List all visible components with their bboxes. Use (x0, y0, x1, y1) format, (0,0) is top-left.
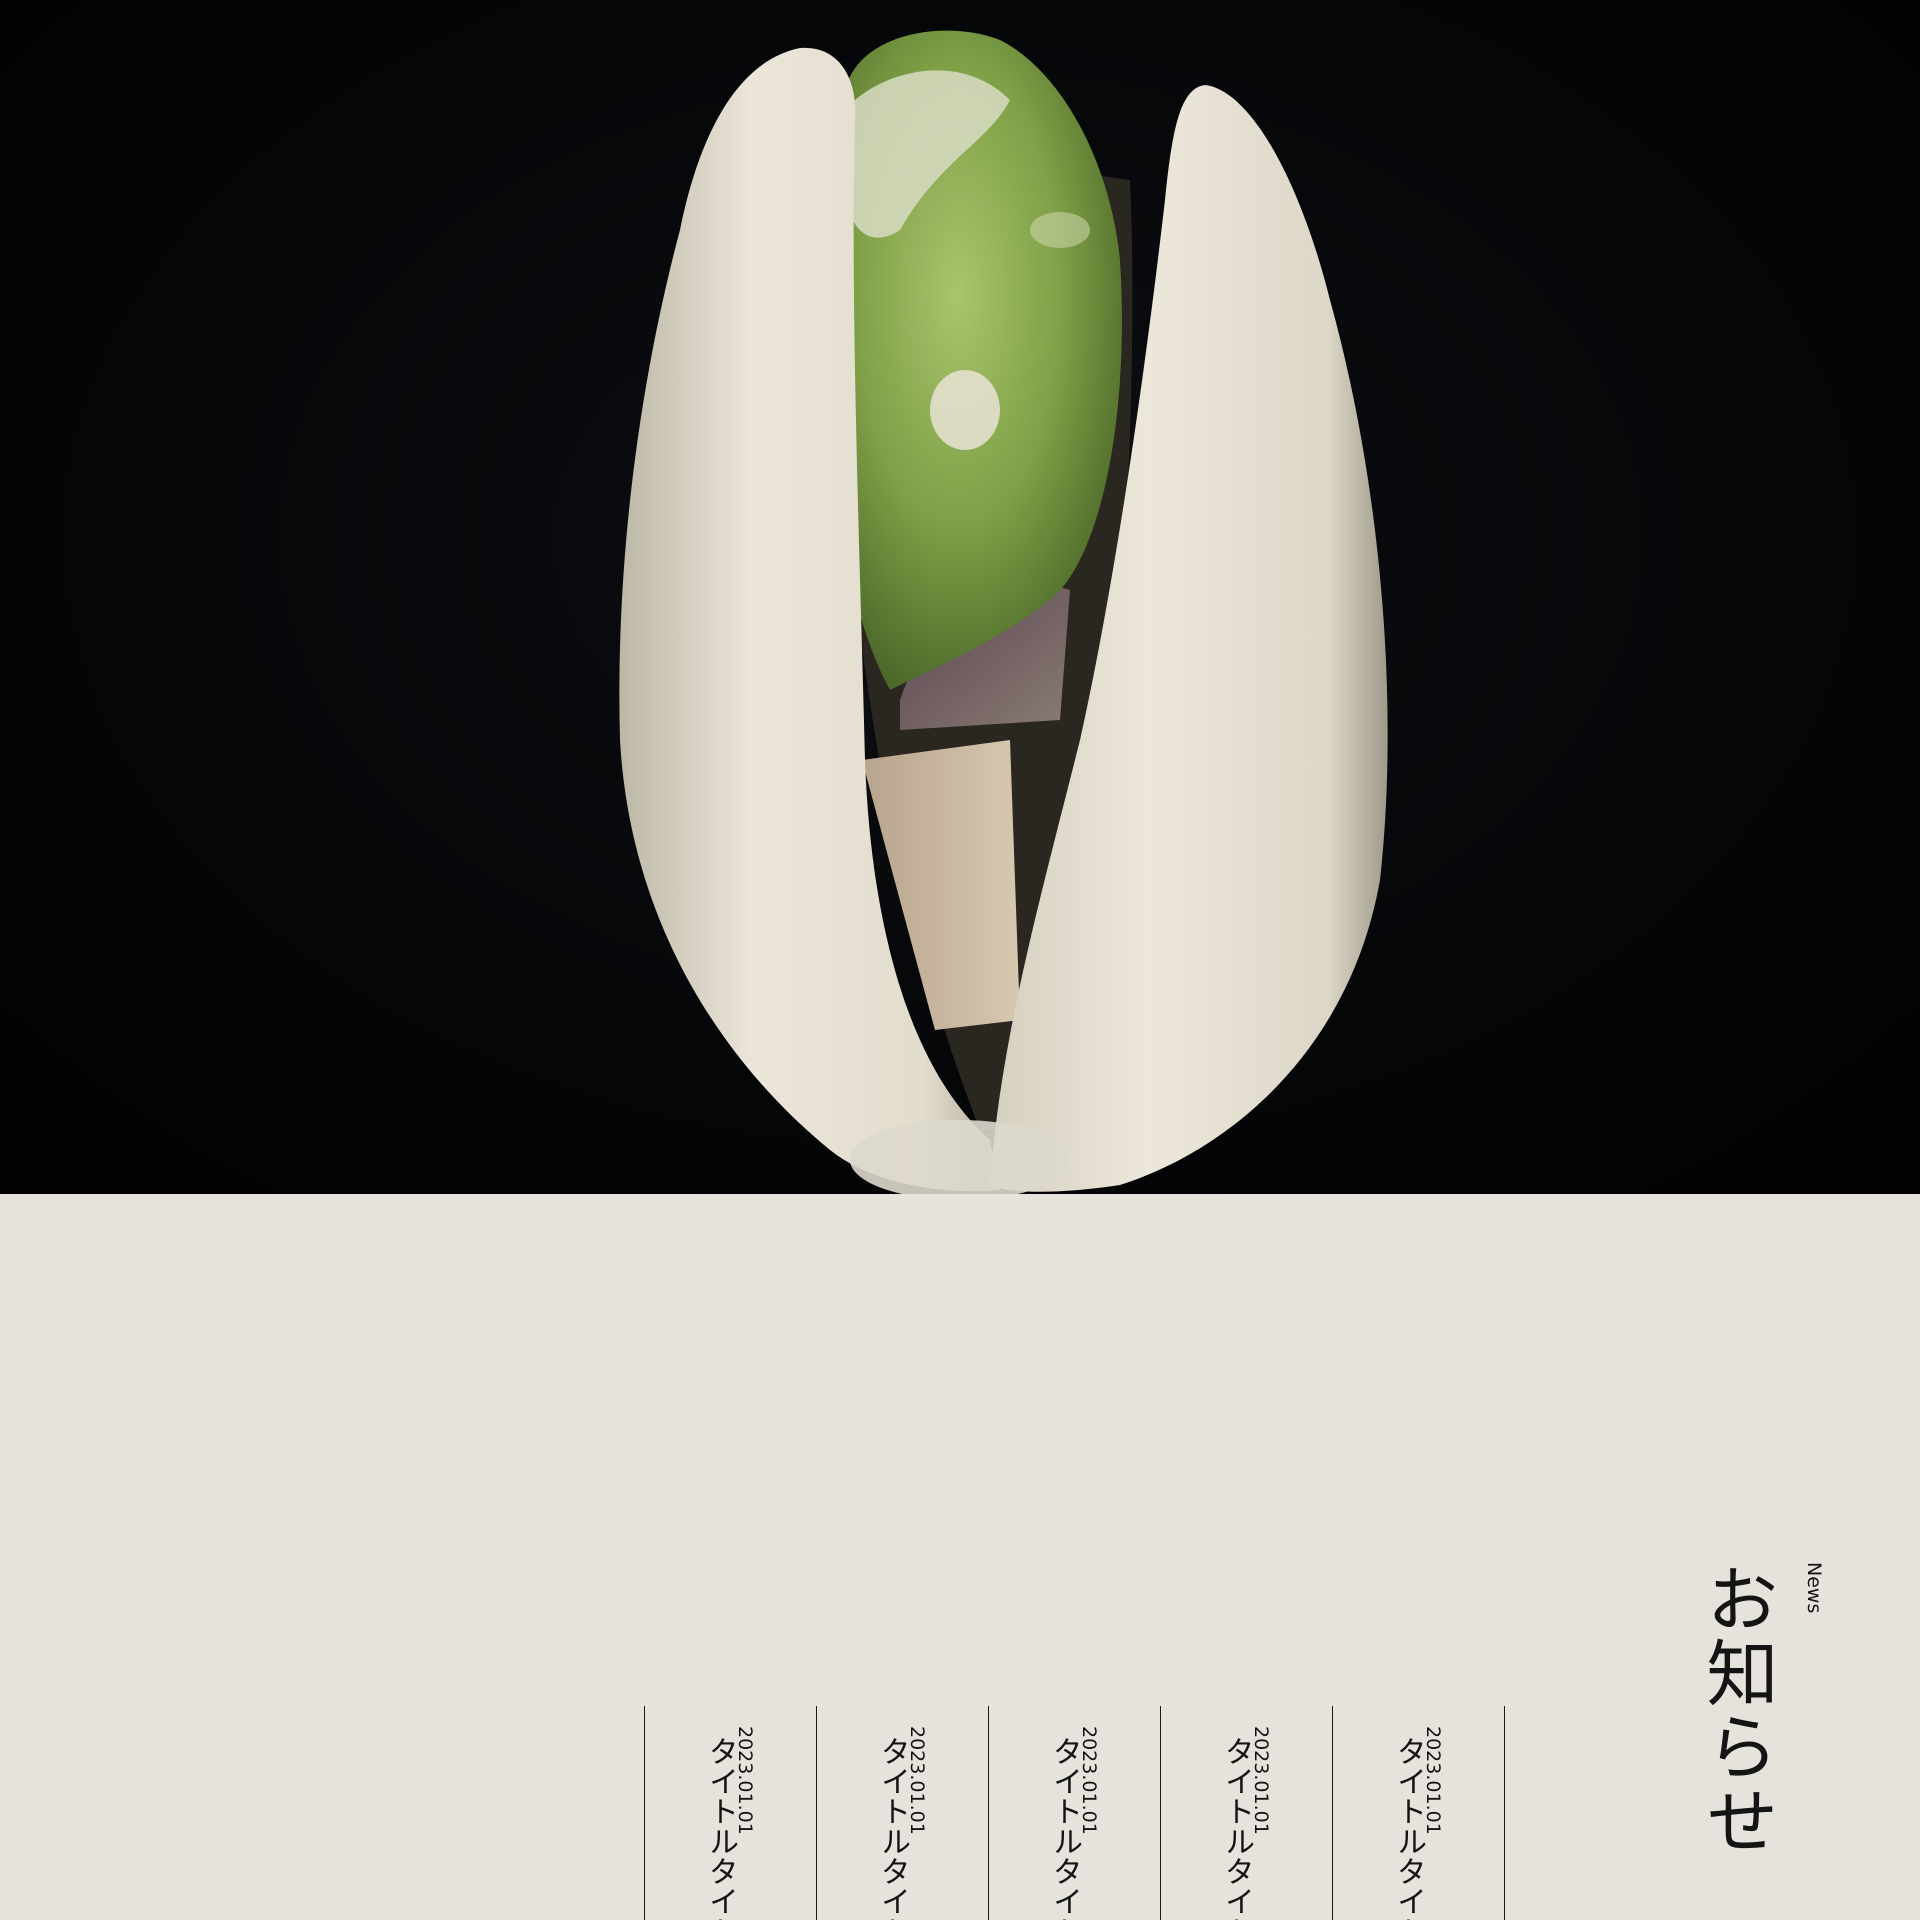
news-list: 2023.01.01 タイトルタイトル 2023.01.01 タイトルタイトル … (644, 1706, 1506, 1920)
page: News お知らせ 2023.01.01 タイトルタイトル 2023.01.01… (0, 0, 1920, 1920)
hero-image (0, 0, 1920, 1194)
news-section: News お知らせ 2023.01.01 タイトルタイトル 2023.01.01… (0, 1194, 1920, 1920)
news-item-title: タイトルタイトル (1047, 1736, 1082, 1920)
news-item[interactable]: 2023.01.01 タイトルタイトル (644, 1706, 817, 1920)
news-item-title: タイトルタイトル (703, 1736, 738, 1920)
news-item-title: タイトルタイトル (1219, 1736, 1254, 1920)
news-heading: お知らせ (1694, 1562, 1778, 1858)
news-item[interactable]: 2023.01.01 タイトルタイトル (988, 1706, 1161, 1920)
news-item[interactable]: 2023.01.01 タイトルタイトル (1160, 1706, 1333, 1920)
news-item[interactable]: 2023.01.01 タイトルタイトル (1332, 1706, 1505, 1920)
news-label: News (1803, 1562, 1825, 1614)
news-item-title: タイトルタイトル (1391, 1736, 1426, 1920)
news-item[interactable]: 2023.01.01 タイトルタイトル (816, 1706, 989, 1920)
news-item-title: タイトルタイトル (875, 1736, 910, 1920)
news-list-divider (1504, 1706, 1505, 1920)
pistachio-illustration (619, 30, 1388, 1194)
